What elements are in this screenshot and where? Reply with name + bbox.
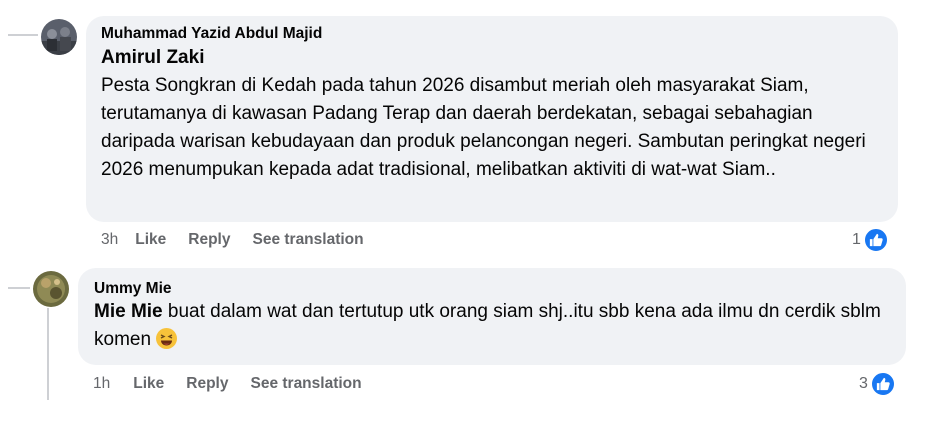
thread-vertical-line [47,308,49,400]
comment-actions: 1h Like Reply See translation [93,375,362,393]
avatar[interactable] [33,271,69,307]
like-thumb-icon [869,371,896,397]
comment-text: Amirul Zaki Pesta Songkran di Kedah pada… [101,44,884,184]
reaction-summary[interactable]: 1 [852,227,889,253]
comment-author[interactable]: Muhammad Yazid Abdul Majid [101,24,884,43]
mention-link[interactable]: Amirul Zaki [101,47,204,68]
mention-link[interactable]: Mie Mie [94,301,163,322]
thread-connector-1 [8,34,38,36]
comment-body: buat dalam wat dan tertutup utk orang si… [94,301,881,350]
comment-timestamp[interactable]: 3h [101,231,118,249]
thread-connector-2 [8,287,30,289]
like-thumb-icon [862,227,889,253]
comment-body: Pesta Songkran di Kedah pada tahun 2026 … [101,75,866,180]
comment-bubble: Muhammad Yazid Abdul Majid Amirul Zaki P… [86,16,898,222]
comment-timestamp[interactable]: 1h [93,375,110,393]
reaction-summary[interactable]: 3 [859,371,896,397]
like-button[interactable]: Like [135,231,166,249]
comment-bubble: Ummy Mie Mie Mie buat dalam wat dan tert… [78,268,906,365]
comment-actions: 3h Like Reply See translation [101,231,364,249]
avatar[interactable] [41,19,77,55]
comment-text: Mie Mie buat dalam wat dan tertutup utk … [94,298,892,354]
reaction-count: 3 [859,375,868,392]
like-button[interactable]: Like [133,375,164,393]
reaction-count: 1 [852,231,861,248]
reply-button[interactable]: Reply [188,231,230,249]
see-translation-button[interactable]: See translation [252,231,363,249]
grinning-squinting-face-emoji [156,328,178,349]
see-translation-button[interactable]: See translation [250,375,361,393]
comment-author[interactable]: Ummy Mie [94,279,892,298]
reply-button[interactable]: Reply [186,375,228,393]
